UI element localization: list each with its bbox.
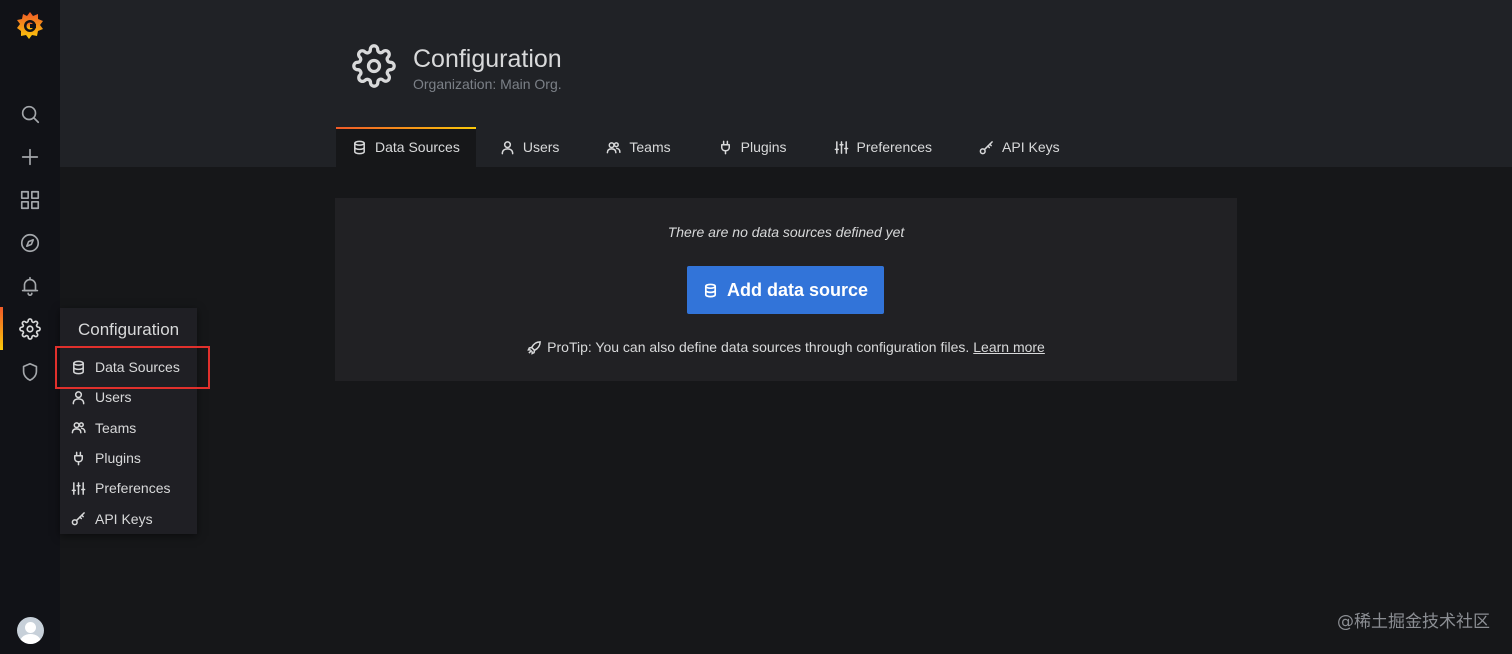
page-title: Configuration [413,45,562,73]
tab-plugins[interactable]: Plugins [695,127,810,167]
flyout-item-label: Preferences [95,480,171,497]
tab-label: Preferences [856,139,933,155]
database-icon [354,140,365,154]
add-data-source-label: Add data source [726,279,869,300]
search-icon[interactable] [0,92,60,135]
database-icon [73,360,84,374]
alert-bell-icon[interactable] [0,264,60,307]
flyout-item-label: Teams [95,419,137,436]
user-icon [501,140,514,154]
key-icon [979,140,993,154]
flyout-item-plugins[interactable]: Plugins [60,443,197,473]
key-icon [71,512,85,526]
tab-preferences[interactable]: Preferences [811,127,955,167]
watermark-text: @稀土掘金技术社区 [1337,612,1490,632]
flyout-item-api-keys[interactable]: API Keys [60,503,197,533]
avatar[interactable] [17,617,44,644]
tab-data-sources[interactable]: Data Sources [336,127,476,167]
tab-label: Plugins [740,139,787,155]
dashboards-icon[interactable] [0,178,60,221]
users-icon [71,422,86,434]
flyout-title[interactable]: Configuration [60,308,197,352]
shield-icon[interactable] [0,350,60,393]
flyout-item-teams[interactable]: Teams [60,413,197,443]
sliders-icon [71,481,86,495]
tab-bar: Data Sources Users Teams Plugins Prefere… [336,127,1084,167]
tab-label: Users [522,139,560,155]
tab-users[interactable]: Users [477,127,583,167]
add-data-source-button[interactable]: Add data source [687,266,884,314]
configuration-flyout-menu: Configuration Data Sources Users Teams P… [60,308,197,534]
flyout-item-users[interactable]: Users [60,382,197,412]
plug-icon [720,140,730,154]
plug-icon [74,451,83,465]
plus-icon[interactable] [0,135,60,178]
tab-label: Data Sources [375,139,460,155]
protip-text: ProTip: You can also define data sources… [547,339,970,355]
explore-icon[interactable] [0,221,60,264]
empty-state-panel: There are no data sources defined yet Ad… [335,198,1237,381]
flyout-item-label: Data Sources [95,359,180,376]
tab-label: API Keys [1002,139,1060,155]
user-icon [72,391,85,405]
tab-api-keys[interactable]: API Keys [956,127,1083,167]
grafana-logo-icon[interactable] [14,10,46,42]
sidebar [0,0,60,654]
tab-teams[interactable]: Teams [583,127,693,167]
protip: ProTip: You can also define data sources… [335,339,1237,355]
gear-icon[interactable] [0,307,60,350]
flyout-item-preferences[interactable]: Preferences [60,473,197,503]
empty-state-message: There are no data sources defined yet [667,224,905,240]
flyout-item-label: Plugins [95,450,141,467]
learn-more-link[interactable]: Learn more [973,339,1045,355]
configuration-gear-icon [352,44,396,88]
rocket-icon [527,340,542,355]
page-subtitle: Organization: Main Org. [413,76,562,92]
flyout-item-label: API Keys [95,510,153,527]
users-icon [607,141,622,153]
flyout-item-label: Users [95,389,132,406]
database-icon [704,283,717,297]
tab-label: Teams [629,139,671,155]
sliders-icon [834,140,848,154]
flyout-item-data-sources[interactable]: Data Sources [60,352,197,382]
